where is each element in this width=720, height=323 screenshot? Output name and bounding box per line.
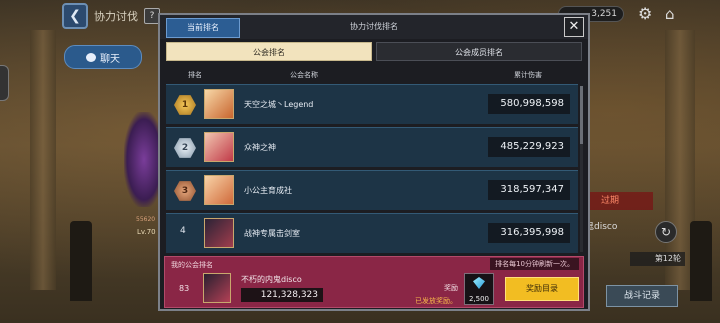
guild-name: 众神之神	[244, 143, 276, 152]
scene-title: 协力讨伐	[94, 10, 138, 23]
diamond-icon	[473, 277, 485, 289]
avatar	[204, 132, 234, 162]
anubis-statue	[70, 221, 92, 301]
table-row[interactable]: 3 小公主育成社 318,597,347	[166, 170, 578, 210]
reward-list-button[interactable]: 奖励目录	[505, 277, 579, 301]
refresh-icon[interactable]: ↻	[655, 221, 677, 243]
chat-bubble-icon	[86, 52, 96, 62]
avatar	[204, 175, 234, 205]
close-button[interactable]: ✕	[564, 17, 584, 37]
table-header: 排名 公会名称 累计伤害	[166, 68, 582, 82]
ranking-modal: 协力讨伐排名 当前排名 ✕ 公会排名 公会成员排名 排名 公会名称 累计伤害 1…	[158, 13, 590, 311]
table-row[interactable]: 2 众神之神 485,229,923	[166, 127, 578, 167]
boss-level: Lv.70	[137, 228, 156, 236]
damage-value: 485,229,923	[488, 137, 570, 157]
reward-status: 已发放奖励。	[415, 297, 457, 305]
battle-record-button[interactable]: 战斗记录	[606, 285, 678, 307]
round-label: 第12轮	[630, 252, 685, 266]
scrollbar-thumb[interactable]	[580, 86, 583, 144]
side-panel-tab[interactable]	[0, 65, 9, 101]
my-guild-name: 不朽的内鬼disco	[241, 275, 302, 284]
bronze-medal-icon: 3	[174, 181, 196, 201]
avatar	[204, 89, 234, 119]
chat-label: 聊天	[100, 53, 120, 65]
column-damage: 累计伤害	[514, 71, 542, 79]
my-damage-value: 121,328,323	[241, 288, 323, 302]
reward-quantity: 2,500	[468, 295, 490, 303]
gold-medal-icon: 1	[174, 95, 196, 115]
guild-name: 战神专属击剑室	[244, 229, 300, 238]
my-rank-number: 83	[179, 284, 190, 293]
expired-label: 过期	[583, 192, 653, 210]
tab-member-ranking[interactable]: 公会成员排名	[376, 42, 582, 61]
damage-value: 316,395,998	[488, 223, 570, 243]
avatar	[203, 273, 231, 303]
my-guild-title: 我的公会排名	[171, 261, 213, 269]
modal-header: 协力讨伐排名 当前排名 ✕	[160, 15, 588, 39]
avatar	[204, 218, 234, 248]
back-arrow-icon: ❮	[69, 8, 81, 24]
guild-name: 小公主育成社	[244, 186, 292, 195]
column-guild-name: 公会名称	[290, 71, 318, 79]
table-row[interactable]: 1 天空之城丶Legend 580,998,598	[166, 84, 578, 124]
anubis-statue	[690, 221, 712, 301]
table-row[interactable]: 4 战神专属击剑室 316,395,998	[166, 213, 578, 253]
tab-current-ranking[interactable]: 当前排名	[166, 18, 240, 38]
guild-name: 天空之城丶Legend	[244, 100, 314, 109]
home-icon[interactable]: ⌂	[665, 5, 683, 23]
back-button[interactable]: ❮	[62, 3, 88, 29]
damage-value: 580,998,598	[488, 94, 570, 114]
my-guild-ranking-panel: 我的公会排名 排名每10分钟刷新一次。 83 不朽的内鬼disco 121,32…	[164, 256, 584, 308]
ranking-list[interactable]: 1 天空之城丶Legend 580,998,598 2 众神之神 485,229…	[166, 84, 578, 254]
gear-icon[interactable]: ⚙	[638, 5, 656, 23]
reward-label: 奖励	[444, 284, 458, 292]
top-bar: ❮ 协力讨伐 ?	[62, 3, 160, 29]
pillar	[30, 30, 56, 290]
damage-value: 318,597,347	[488, 180, 570, 200]
boss-hp: 55620	[136, 216, 156, 223]
refresh-note: 排名每10分钟刷新一次。	[490, 258, 579, 270]
rank-number: 4	[180, 226, 186, 236]
chat-button[interactable]: 聊天	[64, 45, 142, 69]
column-rank: 排名	[188, 71, 202, 79]
reward-item[interactable]: 2,500	[464, 273, 494, 305]
silver-medal-icon: 2	[174, 138, 196, 158]
ranking-tabs: 公会排名 公会成员排名	[166, 42, 582, 61]
tab-guild-ranking[interactable]: 公会排名	[166, 42, 372, 61]
